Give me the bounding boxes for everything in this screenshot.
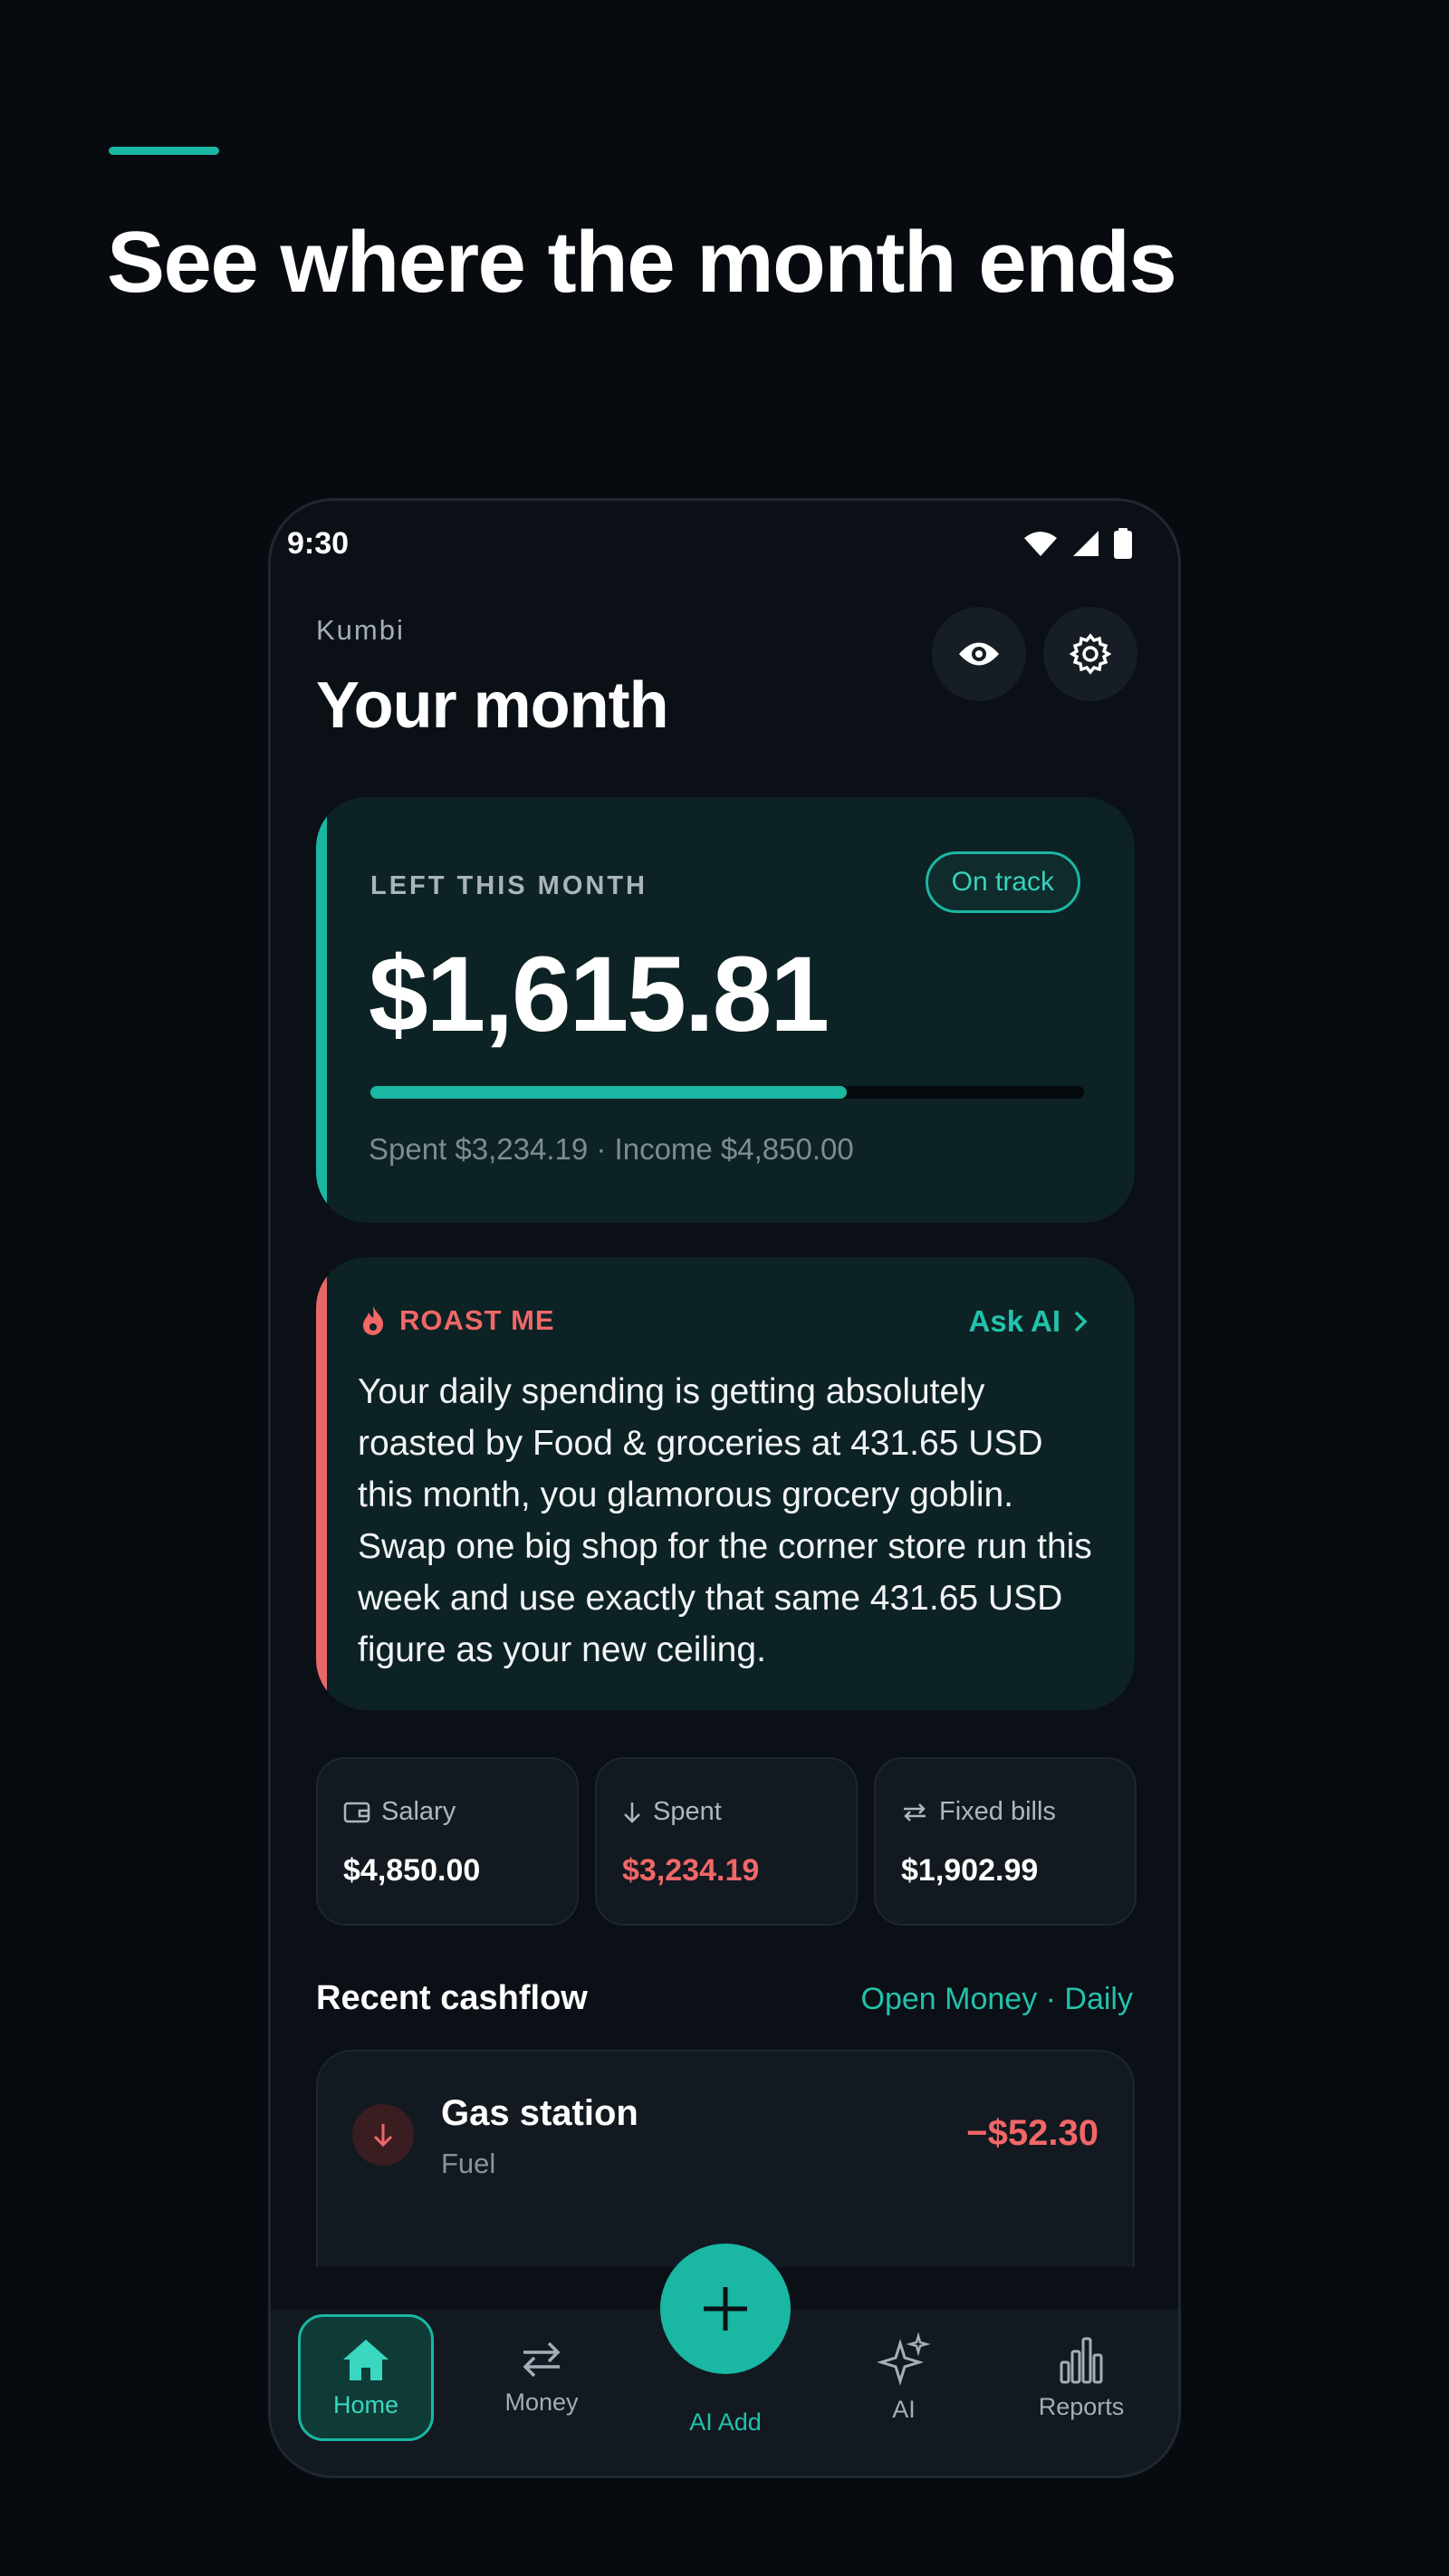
budget-progress-bar xyxy=(370,1086,1084,1099)
nav-money[interactable]: Money xyxy=(474,2314,609,2441)
transaction-category: Fuel xyxy=(441,2148,496,2179)
plus-icon xyxy=(704,2287,747,2331)
nav-label: Reports xyxy=(1038,2392,1125,2420)
ask-ai-label: Ask AI xyxy=(968,1304,1060,1338)
spent-income-summary: Spent $3,234.19 · Income $4,850.00 xyxy=(369,1132,854,1166)
page-headline: See where the month ends xyxy=(107,214,1177,311)
home-icon xyxy=(343,2339,389,2380)
ai-add-button[interactable] xyxy=(660,2244,791,2374)
bar-chart-icon xyxy=(1060,2337,1103,2383)
open-money-link[interactable]: Open Money · Daily xyxy=(861,1982,1133,2017)
chevron-right-icon xyxy=(1074,1311,1088,1332)
transfer-icon xyxy=(523,2341,561,2377)
repeat-icon xyxy=(904,1802,926,1821)
roast-header: ROAST ME xyxy=(361,1304,555,1337)
remaining-amount: $1,615.81 xyxy=(369,935,830,1054)
battery-icon xyxy=(1114,528,1132,559)
gear-icon xyxy=(1069,633,1112,675)
card-accent-stripe xyxy=(316,1257,327,1710)
nav-ai[interactable]: AI xyxy=(836,2314,972,2441)
stat-value: $4,850.00 xyxy=(343,1853,481,1888)
left-label: LEFT THIS MONTH xyxy=(370,871,648,900)
stat-salary[interactable]: Salary $4,850.00 xyxy=(316,1757,579,1926)
settings-button[interactable] xyxy=(1043,607,1137,701)
arrow-down-icon xyxy=(373,2124,393,2148)
transaction-row[interactable]: Gas station Fuel −$52.30 xyxy=(316,2050,1135,2267)
card-accent-stripe xyxy=(316,797,327,1223)
wallet-icon xyxy=(343,1802,370,1822)
stat-label: Salary xyxy=(381,1797,456,1826)
wifi-icon xyxy=(1024,532,1057,556)
nav-reports[interactable]: Reports xyxy=(1013,2314,1149,2441)
signal-icon xyxy=(1073,531,1099,556)
nav-label: Money xyxy=(504,2388,579,2416)
accent-line xyxy=(109,147,219,155)
status-badge: On track xyxy=(925,851,1080,913)
nav-home[interactable]: Home xyxy=(298,2314,434,2441)
stat-fixed-bills[interactable]: Fixed bills $1,902.99 xyxy=(874,1757,1137,1926)
roast-message: Your daily spending is getting absolutel… xyxy=(358,1372,1092,1669)
phone-frame: 9:30 Kumbi Your month LEFT THIS MONTH On… xyxy=(268,498,1181,2478)
sparkles-icon xyxy=(877,2331,931,2386)
stat-value: $1,902.99 xyxy=(901,1853,1039,1888)
flame-icon xyxy=(363,1306,384,1335)
left-this-month-card[interactable]: LEFT THIS MONTH On track $1,615.81 Spent… xyxy=(316,797,1135,1223)
transaction-amount: −$52.30 xyxy=(966,2113,1099,2153)
stat-header: Spent xyxy=(622,1797,722,1827)
eye-icon xyxy=(959,642,999,666)
transaction-name: Gas station xyxy=(441,2093,638,2133)
stat-label: Fixed bills xyxy=(939,1797,1056,1826)
stat-value: $3,234.19 xyxy=(622,1853,760,1888)
budget-progress-fill xyxy=(370,1086,847,1099)
page-title: Your month xyxy=(316,669,669,742)
stat-spent[interactable]: Spent $3,234.19 xyxy=(595,1757,858,1926)
status-bar: 9:30 xyxy=(271,519,1178,570)
status-icons xyxy=(1022,528,1133,559)
header-subtitle: Kumbi xyxy=(316,614,405,646)
ai-add-label: AI Add xyxy=(689,2408,762,2436)
arrow-down-icon xyxy=(624,1802,640,1823)
stat-label: Spent xyxy=(653,1797,722,1826)
roast-me-card: ROAST ME Ask AI Your daily spending is g… xyxy=(316,1257,1135,1710)
roast-label: ROAST ME xyxy=(399,1304,555,1336)
expense-indicator xyxy=(352,2104,414,2166)
stat-header: Fixed bills xyxy=(901,1797,1056,1827)
visibility-button[interactable] xyxy=(932,607,1026,701)
recent-cashflow-title: Recent cashflow xyxy=(316,1979,588,2017)
bottom-navigation: Home Money AI Add AI Reports xyxy=(271,2244,1178,2475)
ask-ai-link[interactable]: Ask AI xyxy=(969,1304,1088,1339)
stat-header: Salary xyxy=(343,1797,456,1827)
nav-label: AI xyxy=(892,2395,916,2423)
status-time: 9:30 xyxy=(287,526,350,561)
nav-label: Home xyxy=(332,2390,399,2418)
